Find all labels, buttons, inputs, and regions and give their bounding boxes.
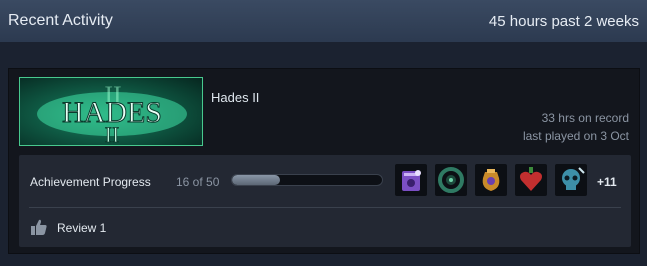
green-wreath-icon xyxy=(438,167,464,193)
last-played-date: last played on 3 Oct xyxy=(522,129,629,143)
achievement-badge[interactable] xyxy=(475,164,507,196)
achievement-panel: Achievement Progress 16 of 50 +11 Review… xyxy=(19,155,631,247)
achievement-count: 16 of 50 xyxy=(176,175,220,189)
purple-spellbook-icon xyxy=(402,170,421,191)
achievement-progress-fill xyxy=(232,175,280,185)
teal-skull-icon xyxy=(562,167,585,190)
game-banner[interactable]: II HADES II xyxy=(19,77,203,146)
achievement-progress-label[interactable]: Achievement Progress xyxy=(30,175,151,189)
hours-on-record: 33 hrs on record xyxy=(541,111,629,125)
achievement-badge[interactable] xyxy=(555,164,587,196)
achievement-progress-bar xyxy=(231,174,383,186)
review-label[interactable]: Review 1 xyxy=(57,221,106,235)
thumbs-up-icon[interactable] xyxy=(29,217,49,242)
achievement-badge[interactable] xyxy=(515,164,547,196)
game-title[interactable]: Hades II xyxy=(211,90,259,105)
panel-divider xyxy=(29,207,621,208)
achievement-badges xyxy=(395,164,587,196)
hours-past-two-weeks: 45 hours past 2 weeks xyxy=(488,12,639,30)
gold-urn-icon xyxy=(482,169,500,191)
section-title: Recent Activity xyxy=(8,12,113,29)
hades-logo-icon: II HADES II xyxy=(37,81,187,146)
achievement-badge[interactable] xyxy=(435,164,467,196)
recent-activity-header: Recent Activity 45 hours past 2 weeks xyxy=(0,0,647,42)
banner-numeral-lower: II xyxy=(105,122,120,146)
more-achievements-count[interactable]: +11 xyxy=(597,175,617,189)
red-heart-icon xyxy=(520,167,542,191)
game-activity-card: II HADES II Hades II 33 hrs on record la… xyxy=(8,68,640,254)
achievement-badge[interactable] xyxy=(395,164,427,196)
